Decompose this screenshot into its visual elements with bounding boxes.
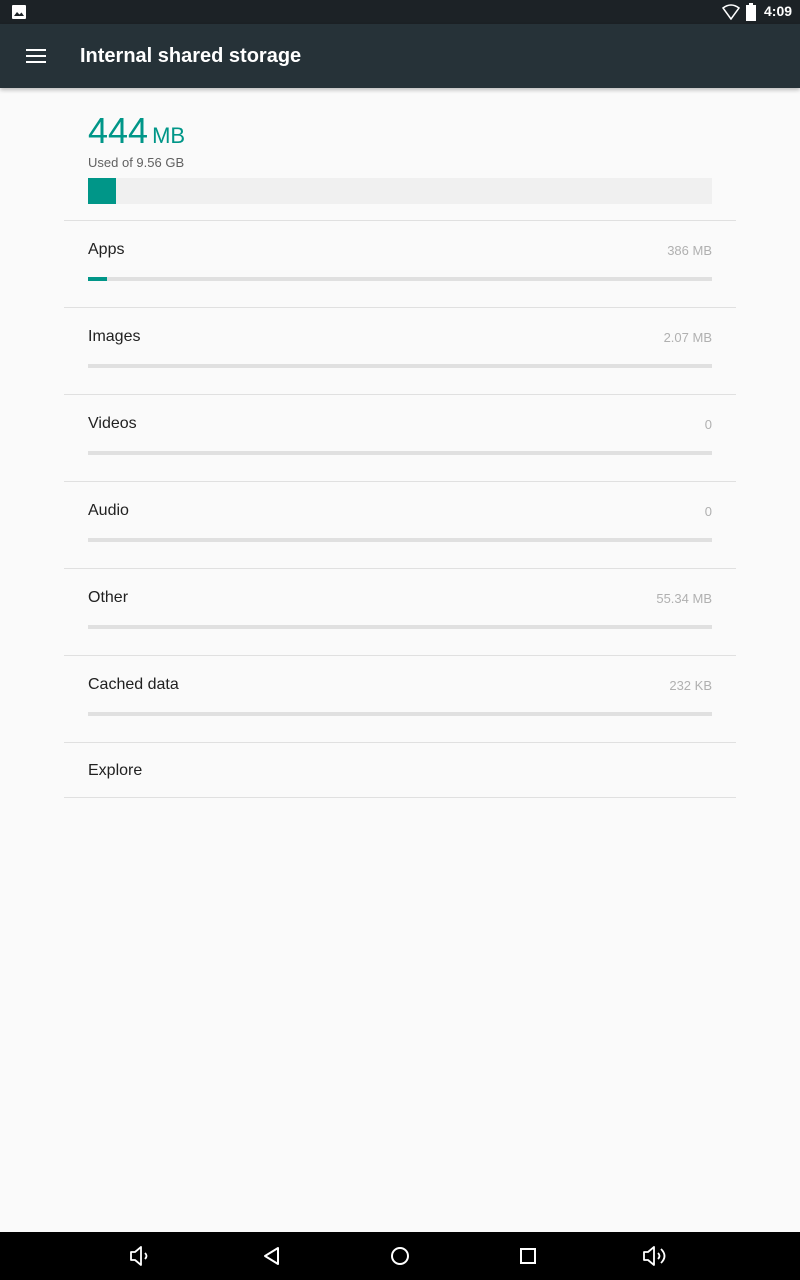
recents-button[interactable]	[512, 1240, 544, 1272]
category-label: Apps	[88, 241, 125, 258]
menu-icon	[26, 49, 46, 63]
wifi-icon	[722, 4, 740, 20]
used-of-total: Used of 9.56 GB	[88, 155, 185, 170]
category-bar	[88, 451, 712, 455]
navigation-bar	[0, 1232, 800, 1280]
category-row-other[interactable]: Other 55.34 MB	[64, 569, 736, 655]
explore-label: Explore	[88, 762, 143, 779]
volume-up-icon	[643, 1246, 666, 1266]
category-label: Other	[88, 589, 129, 606]
status-clock: 4:09	[764, 3, 793, 19]
back-icon	[264, 1247, 279, 1265]
page-title: Internal shared storage	[80, 45, 302, 67]
menu-button[interactable]	[16, 36, 56, 76]
back-button[interactable]	[256, 1240, 288, 1272]
category-bar	[88, 538, 712, 542]
used-unit: MB	[152, 123, 186, 148]
recents-icon	[520, 1248, 536, 1264]
category-size: 386 MB	[667, 243, 712, 258]
home-icon	[391, 1247, 409, 1265]
volume-down-icon	[130, 1246, 148, 1266]
status-bar: 4:09	[0, 0, 800, 24]
category-row-cached-data[interactable]: Cached data 232 KB	[64, 656, 736, 742]
storage-summary: 444 MB Used of 9.56 GB	[88, 110, 712, 170]
battery-icon	[746, 3, 756, 21]
category-row-apps[interactable]: Apps 386 MB	[64, 221, 736, 307]
gallery-icon	[12, 5, 26, 19]
category-size: 0	[704, 417, 712, 432]
category-size: 55.34 MB	[656, 591, 712, 606]
category-label: Images	[88, 328, 141, 345]
category-label: Videos	[88, 415, 137, 432]
explore-row[interactable]: Explore	[64, 743, 736, 797]
category-size: 2.07 MB	[663, 330, 712, 345]
divider	[64, 797, 736, 798]
category-bar	[88, 712, 712, 716]
category-label: Cached data	[88, 676, 179, 693]
total-usage-fill	[88, 178, 117, 204]
category-bar	[88, 625, 712, 629]
category-size: 232 KB	[669, 678, 712, 693]
category-label: Audio	[88, 502, 129, 519]
category-bar-fill	[88, 277, 107, 281]
category-bar	[88, 364, 712, 368]
volume-up-button[interactable]	[640, 1240, 672, 1272]
used-amount: 444	[88, 110, 149, 151]
category-row-videos[interactable]: Videos 0	[64, 395, 736, 481]
home-button[interactable]	[384, 1240, 416, 1272]
category-row-audio[interactable]: Audio 0	[64, 482, 736, 568]
total-usage-bar	[88, 178, 712, 204]
category-bar	[88, 277, 712, 281]
app-bar: Internal shared storage	[0, 24, 800, 88]
volume-down-button[interactable]	[125, 1240, 157, 1272]
category-size: 0	[704, 504, 712, 519]
category-row-images[interactable]: Images 2.07 MB	[64, 308, 736, 394]
